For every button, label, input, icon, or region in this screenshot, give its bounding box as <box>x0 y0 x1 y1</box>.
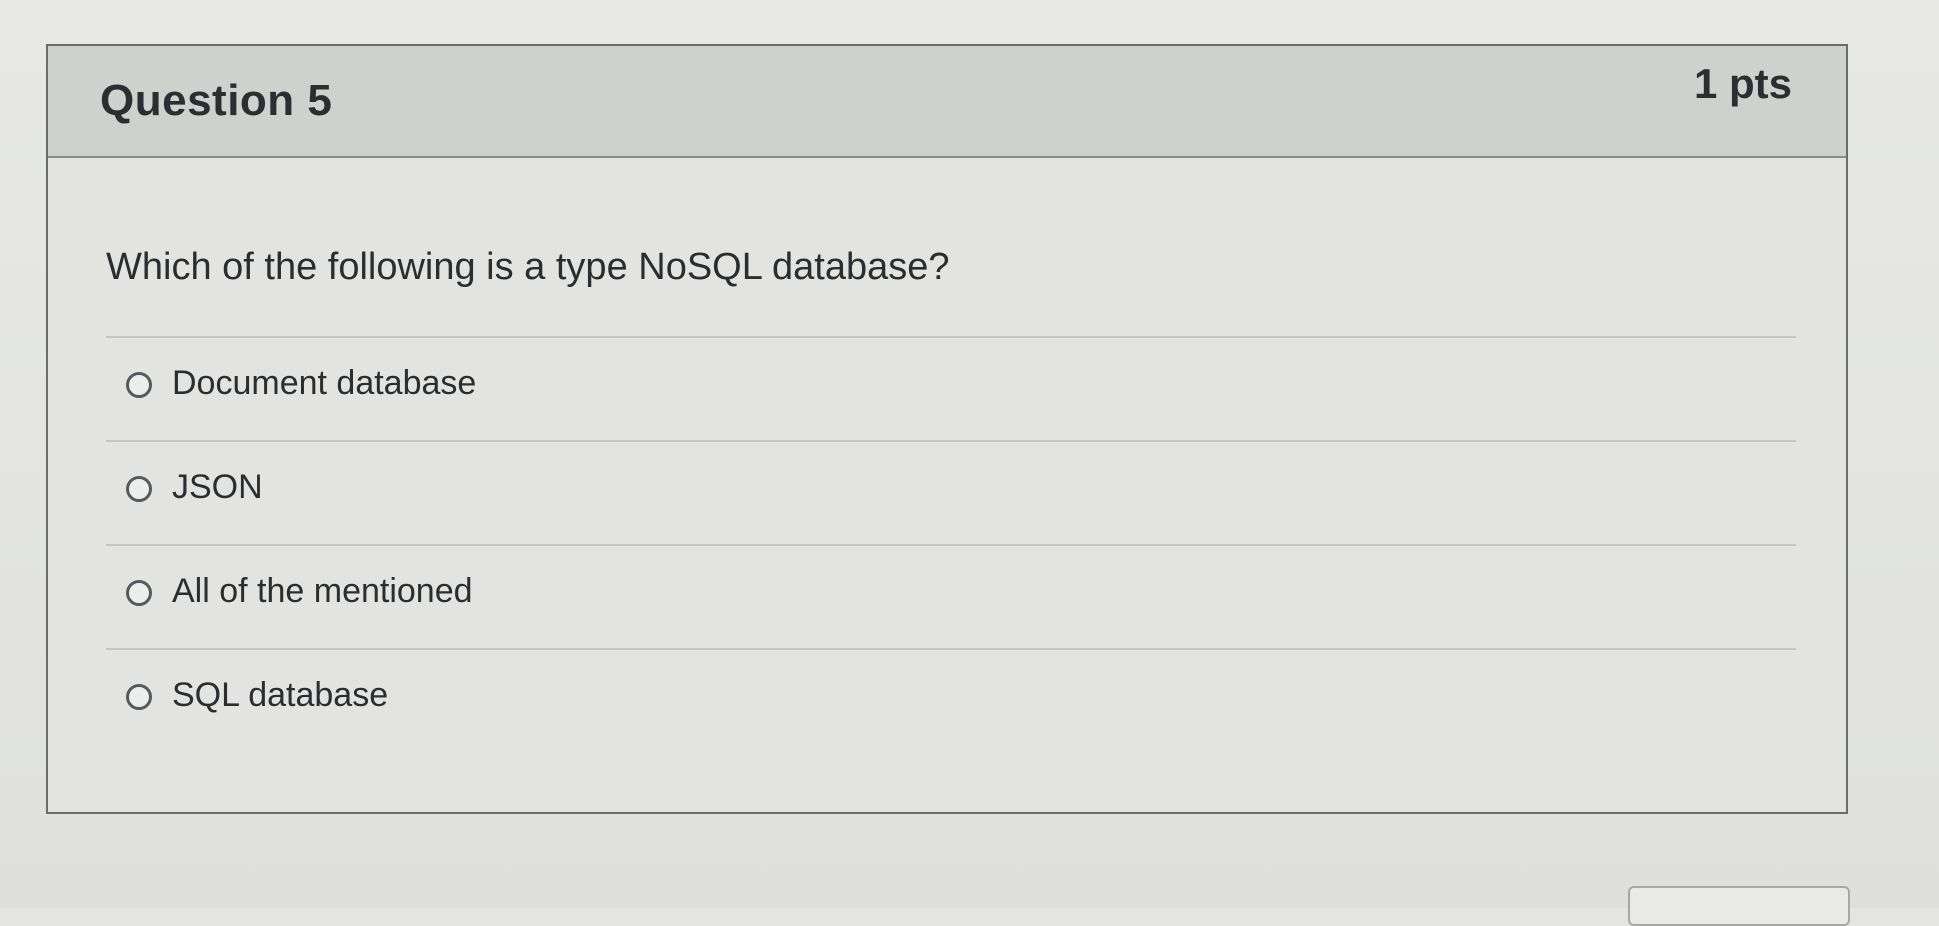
radio-button[interactable] <box>126 684 152 710</box>
radio-button[interactable] <box>126 372 152 398</box>
answer-label[interactable]: All of the mentioned <box>172 572 473 611</box>
next-button[interactable] <box>1628 886 1850 926</box>
question-title: Question 5 <box>100 76 333 125</box>
answer-option-json[interactable]: JSON <box>106 440 1796 544</box>
answer-label[interactable]: JSON <box>172 468 263 507</box>
question-card: Question 5 1 pts Which of the following … <box>46 44 1848 814</box>
answer-label[interactable]: SQL database <box>172 676 388 715</box>
answer-label[interactable]: Document database <box>172 364 476 403</box>
question-text: Which of the following is a type NoSQL d… <box>106 246 950 288</box>
question-points: 1 pts <box>1693 60 1792 107</box>
radio-button[interactable] <box>126 476 152 502</box>
question-header: Question 5 1 pts <box>48 46 1846 158</box>
page: Question 5 1 pts Which of the following … <box>0 0 1939 926</box>
answer-list: Document database JSON All of the mentio… <box>106 336 1796 752</box>
answer-option-all-of-the-mentioned[interactable]: All of the mentioned <box>106 544 1796 648</box>
answer-option-sql-database[interactable]: SQL database <box>106 648 1796 752</box>
answer-option-document-database[interactable]: Document database <box>106 336 1796 440</box>
radio-button[interactable] <box>126 580 152 606</box>
